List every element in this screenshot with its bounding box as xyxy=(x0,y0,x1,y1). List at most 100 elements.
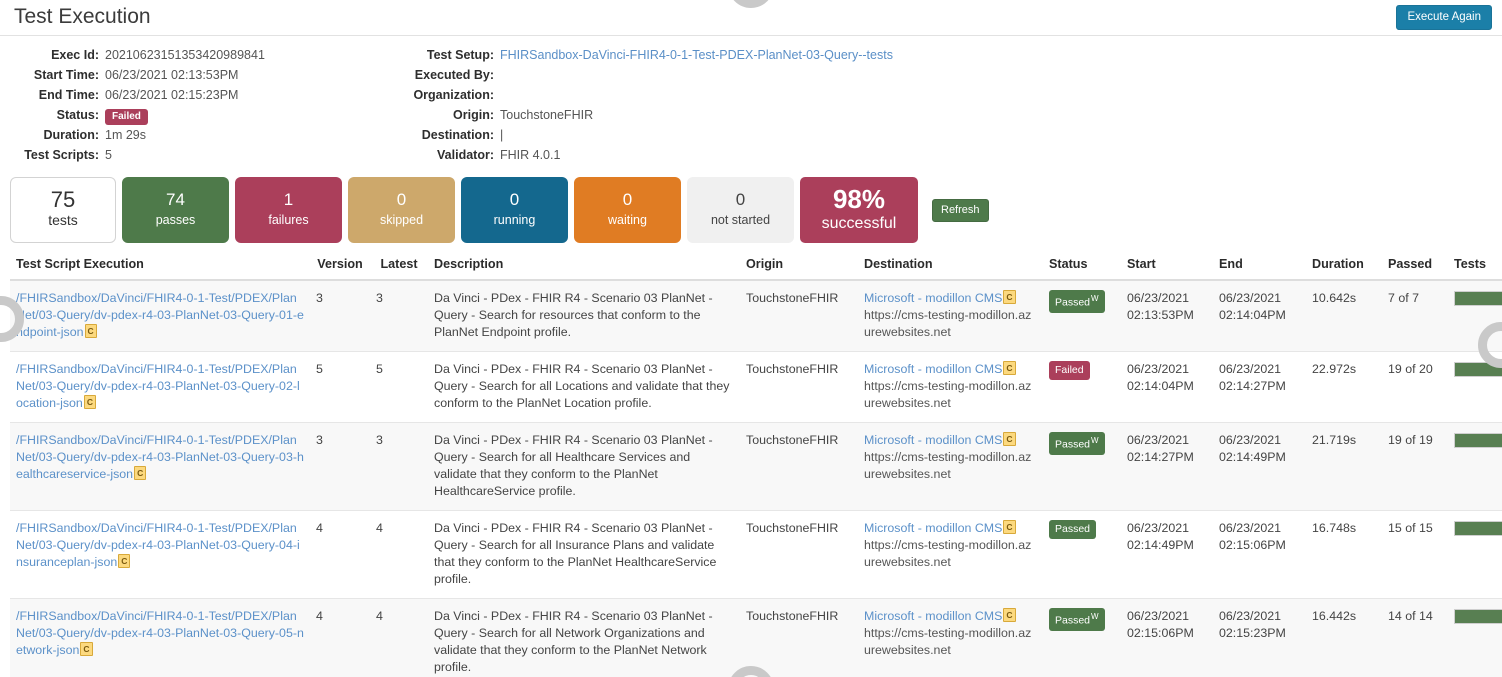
stat-box-total[interactable]: 75tests xyxy=(10,177,116,243)
test-script-link[interactable]: /FHIRSandbox/DaVinci/FHIR4-0-1-Test/PDEX… xyxy=(16,609,304,657)
cell-start: 06/23/2021 02:13:53PM xyxy=(1121,280,1213,352)
table-header-row: Test Script ExecutionVersionLatestDescri… xyxy=(10,253,1502,280)
column-header-end[interactable]: End xyxy=(1213,253,1306,280)
column-header-origin[interactable]: Origin xyxy=(740,253,858,280)
execution-details: Exec Id:20210623151353420989841Start Tim… xyxy=(0,36,1502,169)
cell-origin: TouchstoneFHIR xyxy=(740,423,858,511)
status-badge: PassedW xyxy=(1049,608,1105,631)
stat-box-percent-successful: 98%successful xyxy=(800,177,918,243)
c-tag-icon: C xyxy=(1003,608,1015,622)
progress-pass-segment xyxy=(1455,434,1502,447)
status-badge: Failed xyxy=(105,109,148,125)
cell-start: 06/23/2021 02:14:04PM xyxy=(1121,352,1213,423)
column-header-start[interactable]: Start xyxy=(1121,253,1213,280)
stat-value: 0 xyxy=(510,189,519,211)
detail-value: 06/23/2021 02:13:53PM xyxy=(105,66,238,85)
cell-latest: 4 xyxy=(370,599,428,677)
cell-description: Da Vinci - PDex - FHIR R4 - Scenario 03 … xyxy=(428,352,740,423)
cell-test-script-execution[interactable]: /FHIRSandbox/DaVinci/FHIR4-0-1-Test/PDEX… xyxy=(10,423,310,511)
destination-url: https://cms-testing-modillon.azurewebsit… xyxy=(864,537,1037,571)
column-header-version[interactable]: Version xyxy=(310,253,370,280)
destination-link[interactable]: Microsoft - modillon CMS xyxy=(864,362,1002,376)
detail-label: Origin: xyxy=(390,106,500,125)
column-header-latest[interactable]: Latest xyxy=(370,253,428,280)
cell-test-script-execution[interactable]: /FHIRSandbox/DaVinci/FHIR4-0-1-Test/PDEX… xyxy=(10,511,310,599)
stat-box-passes[interactable]: 74passes xyxy=(122,177,229,243)
test-script-link[interactable]: /FHIRSandbox/DaVinci/FHIR4-0-1-Test/PDEX… xyxy=(16,291,304,339)
stat-value: 1 xyxy=(284,189,293,211)
cell-duration: 16.748s xyxy=(1306,511,1382,599)
cell-description: Da Vinci - PDex - FHIR R4 - Scenario 03 … xyxy=(428,511,740,599)
cell-destination[interactable]: Microsoft - modillon CMSChttps://cms-tes… xyxy=(858,599,1043,677)
c-tag-icon: C xyxy=(84,395,96,409)
detail-value: 20210623151353420989841 xyxy=(105,46,265,65)
destination-link[interactable]: Microsoft - modillon CMS xyxy=(864,609,1002,623)
cell-passed: 15 of 15 xyxy=(1382,511,1448,599)
status-badge: Passed xyxy=(1049,520,1096,539)
cell-status: Failed xyxy=(1043,352,1121,423)
column-header-tests[interactable]: Tests xyxy=(1448,253,1502,280)
table-row: /FHIRSandbox/DaVinci/FHIR4-0-1-Test/PDEX… xyxy=(10,423,1502,511)
cell-destination[interactable]: Microsoft - modillon CMSChttps://cms-tes… xyxy=(858,511,1043,599)
test-script-link[interactable]: /FHIRSandbox/DaVinci/FHIR4-0-1-Test/PDEX… xyxy=(16,433,304,481)
warning-superscript: W xyxy=(1091,436,1099,445)
cell-status: PassedW xyxy=(1043,280,1121,352)
refresh-button[interactable]: Refresh xyxy=(932,199,989,222)
warning-superscript: W xyxy=(1091,612,1099,621)
test-script-execution-table: Test Script ExecutionVersionLatestDescri… xyxy=(10,253,1502,677)
stat-label: waiting xyxy=(608,211,647,229)
detail-row: Start Time:06/23/2021 02:13:53PM xyxy=(0,66,390,85)
cell-test-script-execution[interactable]: /FHIRSandbox/DaVinci/FHIR4-0-1-Test/PDEX… xyxy=(10,352,310,423)
table-row: /FHIRSandbox/DaVinci/FHIR4-0-1-Test/PDEX… xyxy=(10,280,1502,352)
c-tag-icon: C xyxy=(1003,432,1015,446)
cell-status: PassedW xyxy=(1043,423,1121,511)
execution-details-left: Exec Id:20210623151353420989841Start Tim… xyxy=(0,46,390,165)
column-header-passed[interactable]: Passed xyxy=(1382,253,1448,280)
column-header-test-script-execution[interactable]: Test Script Execution xyxy=(10,253,310,280)
cell-origin: TouchstoneFHIR xyxy=(740,352,858,423)
detail-label: Start Time: xyxy=(0,66,105,85)
cell-start: 06/23/2021 02:15:06PM xyxy=(1121,599,1213,677)
cell-end: 06/23/2021 02:14:27PM xyxy=(1213,352,1306,423)
detail-row: Exec Id:20210623151353420989841 xyxy=(0,46,390,65)
cell-destination[interactable]: Microsoft - modillon CMSChttps://cms-tes… xyxy=(858,352,1043,423)
destination-link[interactable]: Microsoft - modillon CMS xyxy=(864,521,1002,535)
destination-link[interactable]: Microsoft - modillon CMS xyxy=(864,433,1002,447)
detail-value[interactable]: FHIRSandbox-DaVinci-FHIR4-0-1-Test-PDEX-… xyxy=(500,46,893,65)
cell-destination[interactable]: Microsoft - modillon CMSChttps://cms-tes… xyxy=(858,423,1043,511)
test-script-link[interactable]: /FHIRSandbox/DaVinci/FHIR4-0-1-Test/PDEX… xyxy=(16,362,300,410)
percent-label: successful xyxy=(822,214,897,234)
detail-row: Duration:1m 29s xyxy=(0,126,390,145)
detail-row: Organization: xyxy=(390,86,1502,105)
destination-url: https://cms-testing-modillon.azurewebsit… xyxy=(864,307,1037,341)
tests-progress-bar xyxy=(1454,291,1502,306)
table-header: Test Script ExecutionVersionLatestDescri… xyxy=(10,253,1502,280)
progress-pass-segment xyxy=(1455,610,1502,623)
cell-test-script-execution[interactable]: /FHIRSandbox/DaVinci/FHIR4-0-1-Test/PDEX… xyxy=(10,599,310,677)
detail-row: Test Setup:FHIRSandbox-DaVinci-FHIR4-0-1… xyxy=(390,46,1502,65)
stat-box-running[interactable]: 0running xyxy=(461,177,568,243)
cell-start: 06/23/2021 02:14:27PM xyxy=(1121,423,1213,511)
stat-box-waiting[interactable]: 0waiting xyxy=(574,177,681,243)
column-header-description[interactable]: Description xyxy=(428,253,740,280)
detail-label: Status: xyxy=(0,106,105,125)
test-script-execution-table-wrap: Test Script ExecutionVersionLatestDescri… xyxy=(0,253,1502,677)
cell-passed: 14 of 14 xyxy=(1382,599,1448,677)
stat-box-skipped[interactable]: 0skipped xyxy=(348,177,455,243)
cell-destination[interactable]: Microsoft - modillon CMSChttps://cms-tes… xyxy=(858,280,1043,352)
stat-box-notstarted[interactable]: 0not started xyxy=(687,177,794,243)
c-tag-icon: C xyxy=(1003,361,1015,375)
detail-row: Status:Failed xyxy=(0,106,390,125)
column-header-status[interactable]: Status xyxy=(1043,253,1121,280)
column-header-destination[interactable]: Destination xyxy=(858,253,1043,280)
cell-passed: 7 of 7 xyxy=(1382,280,1448,352)
cell-test-script-execution[interactable]: /FHIRSandbox/DaVinci/FHIR4-0-1-Test/PDEX… xyxy=(10,280,310,352)
detail-row: Validator:FHIR 4.0.1 xyxy=(390,146,1502,165)
test-script-link[interactable]: /FHIRSandbox/DaVinci/FHIR4-0-1-Test/PDEX… xyxy=(16,521,300,569)
cell-duration: 10.642s xyxy=(1306,280,1382,352)
c-tag-icon: C xyxy=(80,642,92,656)
execute-again-button[interactable]: Execute Again xyxy=(1396,5,1492,30)
column-header-duration[interactable]: Duration xyxy=(1306,253,1382,280)
stat-box-failures[interactable]: 1failures xyxy=(235,177,342,243)
destination-link[interactable]: Microsoft - modillon CMS xyxy=(864,291,1002,305)
